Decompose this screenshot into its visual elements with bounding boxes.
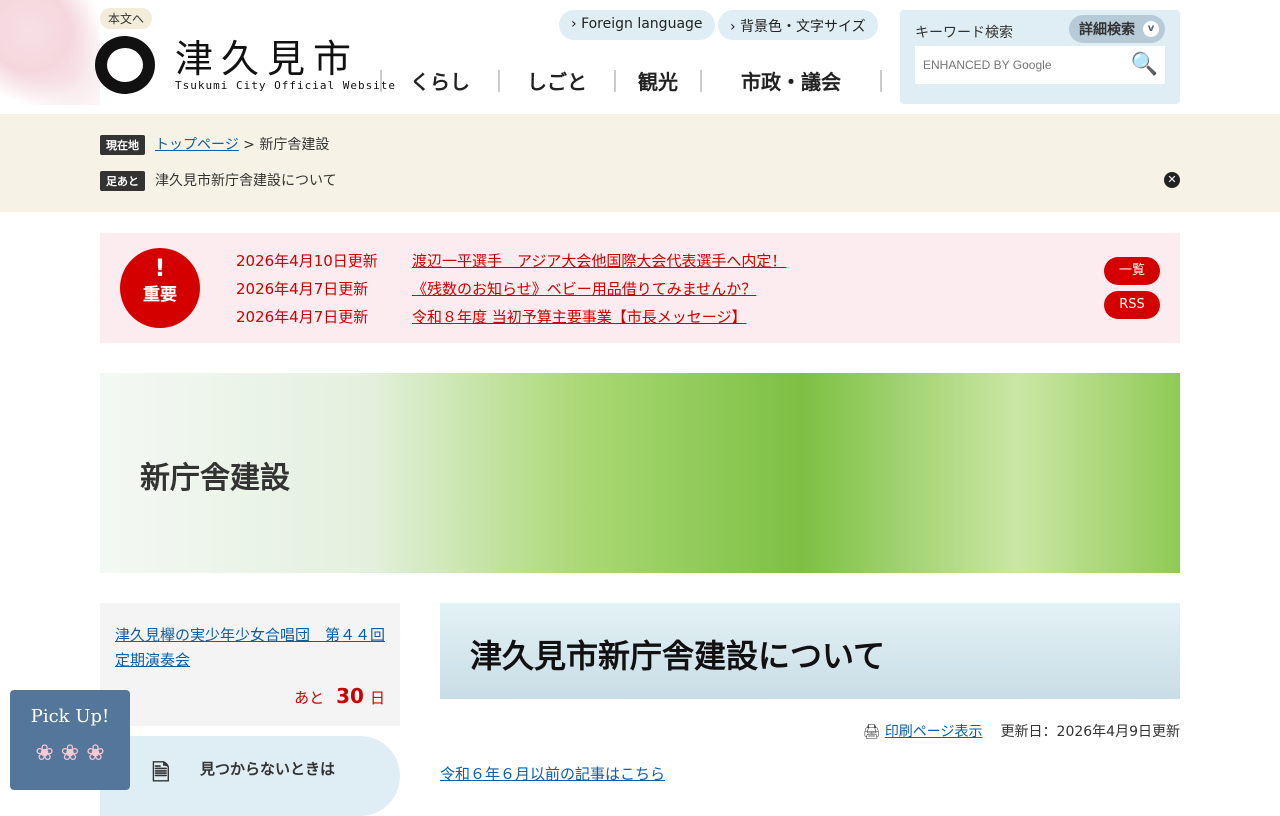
not-found-label: 見つからないときは (200, 760, 336, 778)
important-label: 重要 (143, 285, 177, 305)
nav-kurashi[interactable]: くらし (380, 70, 498, 94)
countdown-prefix: あと (294, 689, 325, 707)
important-badge: ! 重要 (120, 248, 200, 328)
chevron-right-icon: › (730, 19, 741, 35)
logo-title: 津久見市 (175, 36, 360, 81)
news-item: 2026年4月10日更新 渡辺一平選手 アジア大会他国際大会代表選手へ内定！ (236, 250, 786, 271)
nav-shigoto[interactable]: しごと (498, 70, 614, 94)
advanced-search-label: 詳細検索 (1079, 22, 1135, 38)
search-input[interactable] (915, 46, 1165, 84)
breadcrumb-separator: > (238, 137, 260, 153)
news-item: 2026年4月7日更新 令和８年度 当初予算主要事業【市長メッセージ】 (236, 306, 746, 327)
main-nav: くらし しごと 観光 市政・議会 (380, 70, 882, 94)
countdown-days: 30 (336, 684, 364, 708)
close-icon[interactable]: ✕ (1164, 172, 1180, 188)
logo-subtitle: Tsukumi City Official Website (175, 78, 397, 92)
nav-shisei[interactable]: 市政・議会 (700, 70, 882, 94)
event-link[interactable]: 津久見欅の実少年少女合唱団 第４４回定期演奏会 (115, 626, 385, 669)
exclamation-icon: ! (154, 254, 166, 282)
print-link[interactable]: 印刷ページ表示 (885, 724, 983, 740)
advanced-search-button[interactable]: 詳細検索 v (1069, 15, 1165, 43)
breadcrumb-home-link[interactable]: トップページ (155, 137, 239, 153)
updated-date: 更新日：2026年4月9日更新 (1000, 724, 1180, 740)
breadcrumb: 現在地 トップページ > 新庁舎建設 (100, 134, 329, 155)
archive-link[interactable]: 令和６年６月以前の記事はこちら (440, 763, 665, 784)
news-link[interactable]: 渡辺一平選手 アジア大会他国際大会代表選手へ内定！ (412, 252, 786, 270)
foreign-language-button[interactable]: › Foreign language (559, 10, 715, 40)
news-date: 2026年4月10日更新 (236, 252, 378, 270)
hero-banner: 新庁舎建設 (100, 373, 1180, 573)
news-date: 2026年4月7日更新 (236, 308, 369, 326)
pickup-button[interactable]: Pick Up! ❀ ❀ ❀ (10, 690, 130, 790)
accessibility-label: 背景色・文字サイズ (740, 19, 866, 35)
search-panel: キーワード検索 詳細検索 v 🔍 (900, 10, 1180, 104)
current-location-tag: 現在地 (100, 135, 145, 155)
important-notices: ! 重要 2026年4月10日更新 渡辺一平選手 アジア大会他国際大会代表選手へ内定… (100, 233, 1180, 343)
not-found-button[interactable]: 🗎 見つからないときは (100, 736, 400, 816)
countdown: あと 30 日 (294, 684, 385, 708)
breadcrumb-current: 新庁舎建設 (259, 137, 330, 153)
skip-to-content-link[interactable]: 本文へ (100, 8, 153, 29)
history: 足あと 津久見市新庁舎建設について (100, 170, 337, 191)
page-title: 津久見市新庁舎建設について (440, 603, 1180, 699)
page-meta: 🖨 印刷ページ表示 更新日：2026年4月9日更新 (863, 721, 1180, 741)
cherry-blossom-decoration (0, 0, 100, 105)
news-link[interactable]: 《残数のお知らせ》ベビー用品借りてみませんか？ (412, 280, 756, 298)
pickup-label: Pick Up! (30, 706, 110, 727)
site-logo[interactable]: 津久見市 Tsukumi City Official Website (95, 36, 396, 94)
countdown-unit: 日 (369, 689, 385, 707)
history-tag: 足あと (100, 171, 145, 191)
accessibility-button[interactable]: › 背景色・文字サイズ (718, 10, 878, 40)
nav-kanko[interactable]: 観光 (614, 70, 700, 94)
history-item[interactable]: 津久見市新庁舎建設について (155, 173, 337, 189)
printer-icon: 🖨 (862, 724, 885, 740)
foreign-language-label: Foreign language (581, 16, 703, 32)
event-countdown: 津久見欅の実少年少女合唱団 第４４回定期演奏会 あと 30 日 (100, 603, 400, 726)
breadcrumb-area: 現在地 トップページ > 新庁舎建設 足あと 津久見市新庁舎建設について ✕ (0, 114, 1280, 212)
news-item: 2026年4月7日更新 《残数のお知らせ》ベビー用品借りてみませんか？ (236, 278, 756, 299)
list-button[interactable]: 一覧 (1104, 257, 1160, 285)
search-label: キーワード検索 (915, 25, 1013, 41)
rss-button[interactable]: RSS (1104, 291, 1160, 319)
news-link[interactable]: 令和８年度 当初予算主要事業【市長メッセージ】 (412, 308, 746, 326)
logo-mark-icon (95, 36, 155, 94)
chevron-right-icon: › (571, 16, 582, 32)
chevron-down-icon: v (1143, 21, 1159, 37)
hero-title: 新庁舎建設 (140, 461, 290, 496)
news-date: 2026年4月7日更新 (236, 280, 369, 298)
search-icon[interactable]: 🔍 (1131, 52, 1158, 77)
petal-icon: ❀ ❀ ❀ (35, 741, 105, 766)
document-search-icon: 🗎 (152, 761, 170, 786)
